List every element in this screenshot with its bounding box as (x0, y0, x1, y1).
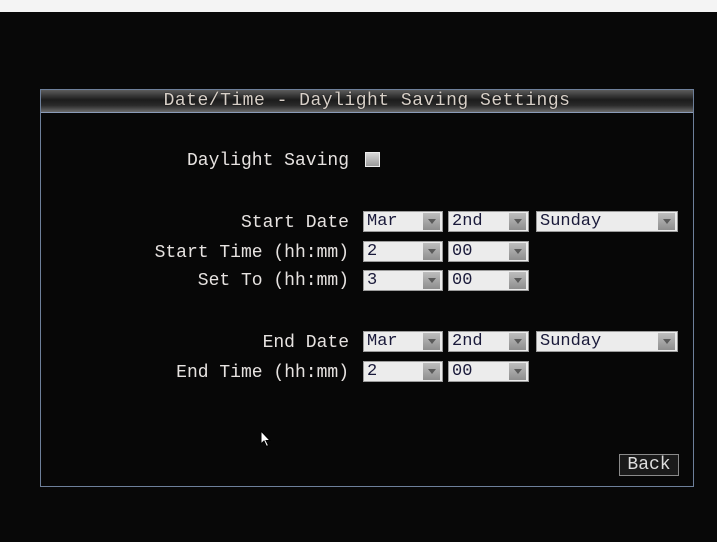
chevron-down-icon[interactable] (658, 333, 675, 350)
end-day-select[interactable]: Sunday (536, 331, 678, 352)
set-to-hour-value: 3 (367, 271, 378, 290)
back-button[interactable]: Back (619, 454, 679, 476)
start-day-select[interactable]: Sunday (536, 211, 678, 232)
start-minute-select[interactable]: 00 (448, 241, 529, 262)
end-hour-value: 2 (367, 362, 378, 381)
end-month-value: Mar (367, 332, 398, 351)
start-month-value: Mar (367, 212, 398, 231)
end-day-value: Sunday (540, 332, 602, 351)
start-month-select[interactable]: Mar (363, 211, 443, 232)
chevron-down-icon[interactable] (423, 213, 440, 230)
start-minute-value: 00 (452, 242, 473, 261)
end-date-label: End Date (262, 333, 349, 353)
chevron-down-icon[interactable] (509, 272, 526, 289)
screen: Date/Time - Daylight Saving Settings Day… (0, 0, 717, 542)
chevron-down-icon[interactable] (509, 363, 526, 380)
chevron-down-icon[interactable] (658, 213, 675, 230)
chevron-down-icon[interactable] (423, 243, 440, 260)
end-minute-select[interactable]: 00 (448, 361, 529, 382)
end-month-select[interactable]: Mar (363, 331, 443, 352)
chevron-down-icon[interactable] (509, 333, 526, 350)
set-to-minute-select[interactable]: 00 (448, 270, 529, 291)
top-band (0, 0, 717, 12)
daylight-saving-label: Daylight Saving (186, 151, 349, 171)
chevron-down-icon[interactable] (423, 363, 440, 380)
set-to-hour-select[interactable]: 3 (363, 270, 443, 291)
chevron-down-icon[interactable] (509, 243, 526, 260)
start-day-value: Sunday (540, 212, 602, 231)
daylight-saving-dialog: Date/Time - Daylight Saving Settings Day… (40, 89, 694, 487)
dialog-title: Date/Time - Daylight Saving Settings (163, 91, 571, 111)
chevron-down-icon[interactable] (423, 333, 440, 350)
chevron-down-icon[interactable] (509, 213, 526, 230)
mouse-pointer-icon (260, 430, 272, 448)
chevron-down-icon[interactable] (423, 272, 440, 289)
start-hour-select[interactable]: 2 (363, 241, 443, 262)
start-week-select[interactable]: 2nd (448, 211, 529, 232)
set-to-label: Set To (hh:mm) (197, 271, 349, 291)
start-time-label: Start Time (hh:mm) (154, 243, 349, 263)
end-minute-value: 00 (452, 362, 473, 381)
start-hour-value: 2 (367, 242, 378, 261)
end-week-value: 2nd (452, 332, 483, 351)
end-time-label: End Time (hh:mm) (176, 363, 349, 383)
start-week-value: 2nd (452, 212, 483, 231)
end-hour-select[interactable]: 2 (363, 361, 443, 382)
daylight-saving-checkbox[interactable] (365, 152, 380, 167)
end-week-select[interactable]: 2nd (448, 331, 529, 352)
set-to-minute-value: 00 (452, 271, 473, 290)
dialog-titlebar: Date/Time - Daylight Saving Settings (41, 90, 693, 113)
start-date-label: Start Date (240, 213, 349, 233)
